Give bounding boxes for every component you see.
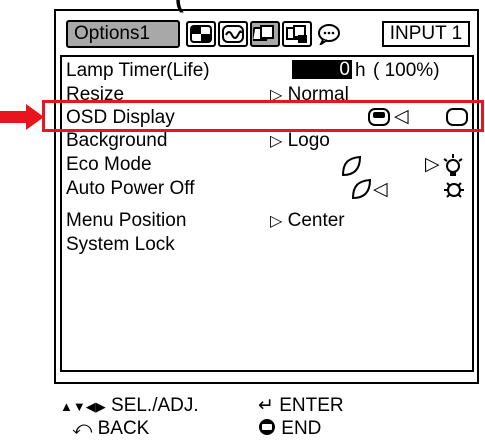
lamp-life-percent: ( 100%): [373, 60, 440, 81]
picture-tab-icon[interactable]: [186, 21, 216, 47]
menu-position-value-text: Center: [287, 210, 345, 231]
back-icon: ⤺: [72, 418, 93, 439]
menu-item-menu-position[interactable]: Menu Position: [66, 210, 186, 232]
end-icon: [258, 418, 276, 442]
language-tab-icon[interactable]: [314, 21, 344, 47]
enter-label: ENTER: [279, 395, 344, 416]
options1-tab-icon[interactable]: [250, 21, 280, 47]
audio-tab-icon[interactable]: [218, 21, 248, 47]
lamp-dim-icon[interactable]: [443, 180, 465, 205]
end-hint: END: [258, 418, 321, 442]
menu-item-background[interactable]: Background: [66, 130, 167, 152]
menu-item-eco-mode[interactable]: Eco Mode: [66, 154, 152, 176]
menu-item-auto-power-off[interactable]: Auto Power Off: [66, 178, 195, 200]
background-value[interactable]: ▷ Logo: [270, 130, 330, 153]
menu-position-value[interactable]: ▷ Center: [270, 210, 345, 233]
background-value-text: Logo: [287, 130, 330, 151]
menu-item-system-lock[interactable]: System Lock: [66, 234, 175, 256]
right-arrow-icon: ▷: [270, 133, 283, 150]
right-arrow-icon: ▷: [425, 154, 440, 175]
lamp-timer-unit: h: [355, 60, 366, 81]
tab-options1[interactable]: Options1: [66, 20, 180, 48]
sel-adj-label: SEL./ADJ.: [111, 395, 199, 416]
nav-arrows-icon: ▲▼◀▶: [60, 399, 106, 414]
enter-hint: ↵ ENTER: [258, 395, 344, 417]
enter-icon: ↵: [258, 395, 274, 416]
right-arrow-icon: ▷: [270, 213, 283, 230]
selection-highlight: [42, 100, 484, 132]
lamp-bright-icon[interactable]: [442, 153, 464, 182]
eco-leaf-icon[interactable]: [350, 178, 372, 205]
input-source-badge: INPUT 1: [382, 21, 470, 47]
left-arrow-icon: ◁: [373, 179, 388, 200]
menu-item-lamp-timer[interactable]: Lamp Timer(Life): [66, 60, 210, 82]
back-hint: ⤺ BACK: [72, 418, 149, 440]
sel-adj-hint: ▲▼◀▶ SEL./ADJ.: [60, 395, 199, 418]
red-pointer-arrow-icon: [0, 104, 44, 135]
lamp-timer-hours: 0: [292, 60, 352, 79]
options2-tab-icon[interactable]: [282, 21, 312, 47]
end-label: END: [281, 418, 322, 439]
back-label: BACK: [97, 418, 150, 439]
